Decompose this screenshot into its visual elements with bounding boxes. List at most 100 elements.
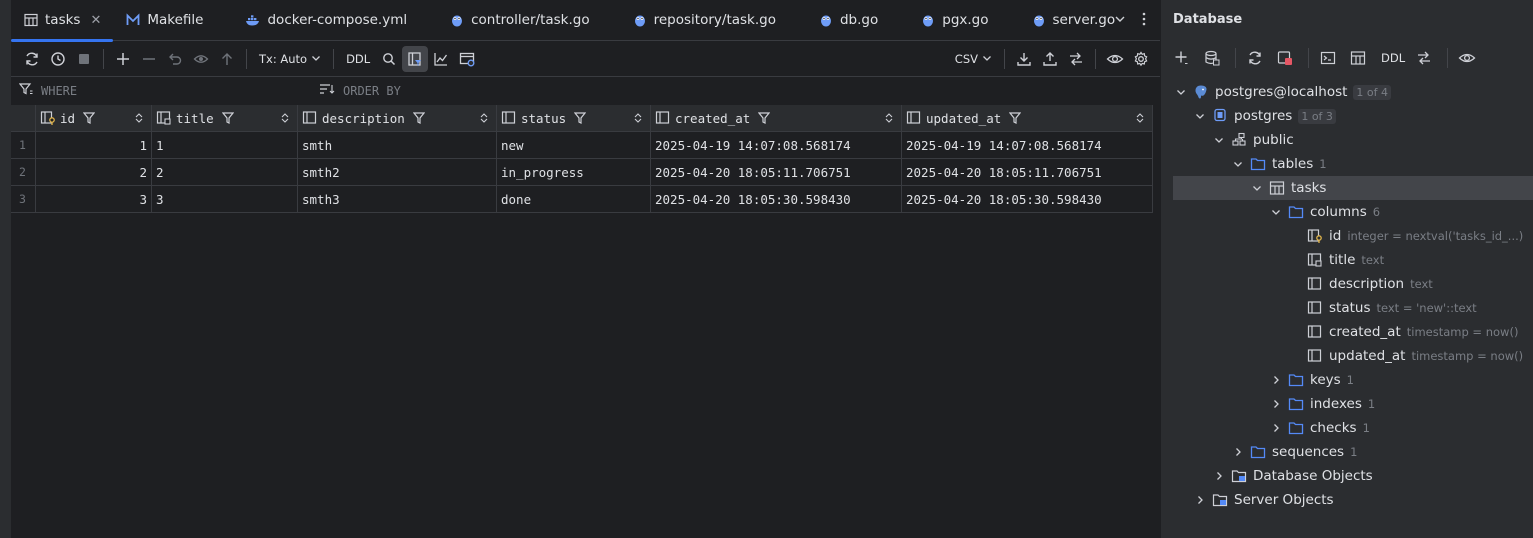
column-filter-icon[interactable] xyxy=(574,112,587,124)
export-format-dropdown[interactable]: CSV xyxy=(949,46,998,72)
gear-icon[interactable] xyxy=(1128,46,1154,72)
ddl-button[interactable]: DDL xyxy=(1375,45,1411,71)
cell-updated-at[interactable]: 2025-04-20 18:05:11.706751 xyxy=(902,159,1153,185)
cell-updated-at[interactable]: 2025-04-19 14:07:08.568174 xyxy=(902,132,1153,158)
tree-node-database-objects[interactable]: Database Objects xyxy=(1161,464,1533,488)
column-filter-icon[interactable] xyxy=(758,112,771,124)
tree-node-tables[interactable]: tables 1 xyxy=(1161,152,1533,176)
chevron-down-icon[interactable] xyxy=(1174,85,1188,99)
stop-icon[interactable] xyxy=(71,46,97,72)
preview-changes-icon[interactable] xyxy=(188,46,214,72)
cell-id[interactable]: 1 xyxy=(36,132,152,158)
table-icon[interactable] xyxy=(1345,45,1371,71)
view-settings-icon[interactable] xyxy=(454,46,480,72)
column-header-created-at[interactable]: created_at xyxy=(651,105,902,131)
chevron-down-icon[interactable] xyxy=(1212,133,1226,147)
cell-title[interactable]: 2 xyxy=(152,159,298,185)
chevron-right-icon[interactable] xyxy=(1212,469,1226,483)
history-icon[interactable] xyxy=(45,46,71,72)
cell-title[interactable]: 1 xyxy=(152,132,298,158)
sort-toggle-icon[interactable] xyxy=(281,113,289,123)
table-row[interactable]: 1 1 1 smth new 2025-04-19 14:07:08.56817… xyxy=(11,132,1153,159)
column-header-description[interactable]: description xyxy=(298,105,497,131)
sort-toggle-icon[interactable] xyxy=(885,113,893,123)
compare-icon[interactable] xyxy=(1411,45,1437,71)
cell-description[interactable]: smth2 xyxy=(298,159,497,185)
cell-status[interactable]: new xyxy=(497,132,651,158)
close-icon[interactable]: ✕ xyxy=(90,13,101,28)
cell-title[interactable]: 3 xyxy=(152,186,298,212)
chevron-down-icon[interactable] xyxy=(1269,205,1283,219)
chevron-right-icon[interactable] xyxy=(1269,421,1283,435)
tab-controller-task-go[interactable]: controller/task.go xyxy=(437,0,602,41)
tree-node-column-description[interactable]: description text xyxy=(1161,272,1533,296)
tree-node-columns[interactable]: columns 6 xyxy=(1161,200,1533,224)
column-header-status[interactable]: status xyxy=(497,105,651,131)
column-filter-icon[interactable] xyxy=(221,112,234,124)
chevron-right-icon[interactable] xyxy=(1269,397,1283,411)
tab-tasks[interactable]: tasks ✕ xyxy=(11,0,114,42)
compare-icon[interactable] xyxy=(1063,46,1089,72)
column-header-id[interactable]: id xyxy=(36,105,152,131)
tree-node-checks[interactable]: checks 1 xyxy=(1161,416,1533,440)
where-filter-field[interactable]: WHERE xyxy=(18,77,77,104)
tree-node-server-objects[interactable]: Server Objects xyxy=(1161,488,1533,512)
tab-makefile[interactable]: Makefile xyxy=(113,0,215,41)
tree-node-column-updated-at[interactable]: updated_at timestamp = now() xyxy=(1161,344,1533,368)
tree-node-datasource[interactable]: postgres@localhost 1 of 4 xyxy=(1161,80,1533,104)
cell-updated-at[interactable]: 2025-04-20 18:05:30.598430 xyxy=(902,186,1153,212)
tree-node-schema[interactable]: public xyxy=(1161,128,1533,152)
chevron-down-icon[interactable] xyxy=(1193,109,1207,123)
table-row[interactable]: 3 3 3 smth3 done 2025-04-20 18:05:30.598… xyxy=(11,186,1153,213)
tree-node-sequences[interactable]: sequences 1 xyxy=(1161,440,1533,464)
ddl-button[interactable]: DDL xyxy=(340,46,376,72)
tab-docker-compose[interactable]: docker-compose.yml xyxy=(233,0,419,41)
tree-node-column-created-at[interactable]: created_at timestamp = now() xyxy=(1161,320,1533,344)
upload-icon[interactable] xyxy=(1037,46,1063,72)
delete-row-icon[interactable] xyxy=(136,46,162,72)
more-vertical-icon[interactable] xyxy=(1142,12,1146,30)
tree-node-column-title[interactable]: title text xyxy=(1161,248,1533,272)
refresh-icon[interactable] xyxy=(1242,45,1268,71)
cell-status[interactable]: done xyxy=(497,186,651,212)
tab-server-go[interactable]: server.go xyxy=(1019,0,1128,41)
column-filter-icon[interactable] xyxy=(83,112,96,124)
cell-created-at[interactable]: 2025-04-20 18:05:11.706751 xyxy=(651,159,902,185)
tree-node-indexes[interactable]: indexes 1 xyxy=(1161,392,1533,416)
cell-status[interactable]: in_progress xyxy=(497,159,651,185)
eye-icon[interactable] xyxy=(1454,45,1480,71)
sort-toggle-icon[interactable] xyxy=(480,113,488,123)
download-icon[interactable] xyxy=(1011,46,1037,72)
tree-node-column-status[interactable]: status text = 'new'::text xyxy=(1161,296,1533,320)
chevron-right-icon[interactable] xyxy=(1231,445,1245,459)
chart-icon[interactable] xyxy=(428,46,454,72)
eye-icon[interactable] xyxy=(1102,46,1128,72)
data-source-properties-icon[interactable] xyxy=(1199,45,1225,71)
sort-toggle-icon[interactable] xyxy=(135,113,143,123)
sort-toggle-icon[interactable] xyxy=(1136,113,1144,123)
chevron-down-icon[interactable] xyxy=(1231,157,1245,171)
chevron-down-icon[interactable] xyxy=(1250,181,1264,195)
tab-pgx-go[interactable]: pgx.go xyxy=(908,0,1000,41)
query-console-icon[interactable] xyxy=(1315,45,1341,71)
column-header-title[interactable]: title xyxy=(152,105,298,131)
cell-created-at[interactable]: 2025-04-20 18:05:30.598430 xyxy=(651,186,902,212)
column-filter-icon[interactable] xyxy=(1009,112,1022,124)
cell-created-at[interactable]: 2025-04-19 14:07:08.568174 xyxy=(651,132,902,158)
chevron-right-icon[interactable] xyxy=(1193,493,1207,507)
filter-panel-icon[interactable] xyxy=(402,45,429,72)
table-row[interactable]: 2 2 2 smth2 in_progress 2025-04-20 18:05… xyxy=(11,159,1153,186)
cell-description[interactable]: smth3 xyxy=(298,186,497,212)
tree-node-table-tasks[interactable]: tasks xyxy=(1173,176,1533,200)
column-header-updated-at[interactable]: updated_at xyxy=(902,105,1153,131)
tree-node-database[interactable]: postgres 1 of 3 xyxy=(1161,104,1533,128)
add-icon[interactable] xyxy=(1169,45,1195,71)
refresh-icon[interactable] xyxy=(19,46,45,72)
tab-repository-task-go[interactable]: repository/task.go xyxy=(620,0,788,41)
tree-node-keys[interactable]: keys 1 xyxy=(1161,368,1533,392)
revert-icon[interactable] xyxy=(162,46,188,72)
order-by-field[interactable]: ORDER BY xyxy=(319,77,401,104)
cell-id[interactable]: 3 xyxy=(36,186,152,212)
chevron-right-icon[interactable] xyxy=(1269,373,1283,387)
submit-icon[interactable] xyxy=(214,46,240,72)
